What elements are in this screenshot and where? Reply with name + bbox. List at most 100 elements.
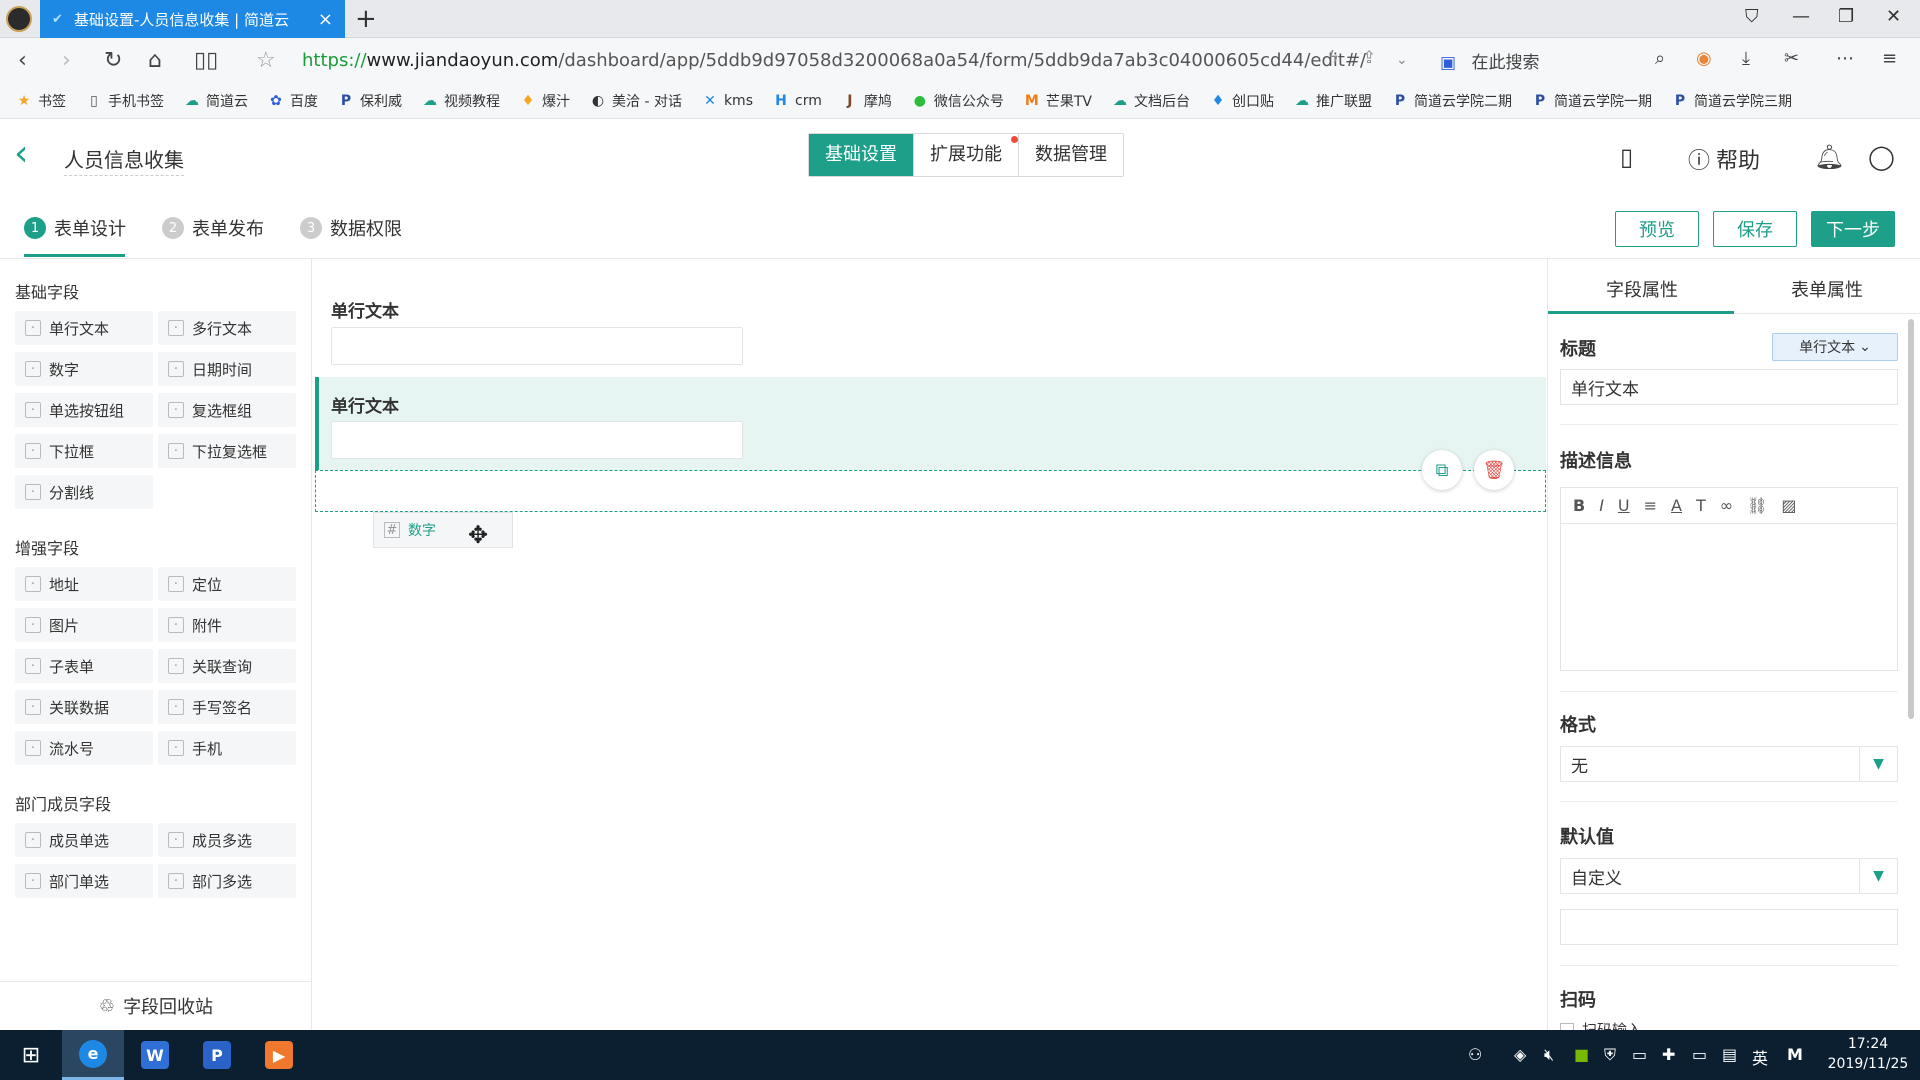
- palette-field-item[interactable]: · 子表单: [15, 649, 153, 683]
- single-line-text-input[interactable]: [331, 327, 743, 365]
- back-icon[interactable]: ‹: [18, 48, 27, 73]
- default-value-input[interactable]: [1560, 909, 1898, 945]
- battery-icon[interactable]: ▭: [1692, 1045, 1707, 1064]
- bookmark-item[interactable]: ▯ 手机书签: [86, 91, 164, 111]
- image-icon[interactable]: ▨: [1781, 496, 1796, 515]
- bookmark-star-icon[interactable]: ☆: [256, 48, 276, 73]
- user-avatar-icon[interactable]: ◯: [1868, 143, 1895, 171]
- tab-field-properties[interactable]: 字段属性: [1606, 276, 1678, 302]
- more-icon[interactable]: ⋯: [1836, 48, 1854, 69]
- bookmark-item[interactable]: ☁ 简道云: [184, 91, 248, 111]
- bookmark-item[interactable]: ☁ 视频教程: [422, 91, 500, 111]
- shirt-skin-icon[interactable]: ⛉: [1745, 6, 1759, 27]
- palette-field-item[interactable]: · 流水号: [15, 731, 153, 765]
- palette-field-item[interactable]: · 多行文本: [158, 311, 296, 345]
- palette-field-item[interactable]: · 成员多选: [158, 823, 296, 857]
- restore-button[interactable]: ❐: [1838, 6, 1854, 27]
- app-name[interactable]: 人员信息收集: [64, 144, 184, 176]
- palette-field-item[interactable]: · 手写签名: [158, 690, 296, 724]
- dragging-number-field[interactable]: # 数字: [373, 512, 513, 548]
- palette-field-item[interactable]: · 单选按钮组: [15, 393, 153, 427]
- minimize-button[interactable]: —: [1792, 6, 1810, 27]
- taskbar-media[interactable]: ▶: [248, 1030, 310, 1080]
- title-input[interactable]: 单行文本: [1560, 369, 1898, 405]
- underline-icon[interactable]: U: [1618, 496, 1630, 515]
- palette-field-item[interactable]: · 手机: [158, 731, 296, 765]
- download-icon[interactable]: ⤓: [1742, 48, 1750, 69]
- taskbar-wps[interactable]: W: [124, 1030, 186, 1080]
- palette-field-item[interactable]: · 关联查询: [158, 649, 296, 683]
- bookmark-item[interactable]: ◐ 美洽 - 对话: [590, 91, 682, 111]
- bookmark-item[interactable]: ✿ 百度: [268, 91, 318, 111]
- keyboard-icon[interactable]: ▤: [1722, 1045, 1737, 1064]
- step-form-publish[interactable]: 2 表单发布: [162, 215, 264, 241]
- new-tab-button[interactable]: +: [355, 4, 377, 34]
- palette-field-item[interactable]: · 附件: [158, 608, 296, 642]
- bell-icon[interactable]: 🔔︎: [1814, 143, 1844, 171]
- taskbar-ppt-app[interactable]: P: [186, 1030, 248, 1080]
- nav-basic-settings[interactable]: 基础设置: [809, 134, 913, 176]
- search-icon[interactable]: ⌕: [1655, 48, 1665, 69]
- unlink-icon[interactable]: ⛓: [1747, 496, 1767, 515]
- palette-field-item[interactable]: · 部门单选: [15, 864, 153, 898]
- volume-icon[interactable]: 🔇︎: [1544, 1045, 1554, 1065]
- ime-indicator[interactable]: 英: [1752, 1045, 1768, 1069]
- bookmark-item[interactable]: ★ 书签: [16, 91, 66, 111]
- chevron-down-icon[interactable]: ⌄: [1396, 52, 1408, 68]
- link-icon[interactable]: ∞: [1720, 496, 1733, 515]
- flash-icon[interactable]: ϟ: [1328, 48, 1339, 68]
- game-icon[interactable]: ◉: [1696, 48, 1712, 69]
- security-icon[interactable]: ✚: [1662, 1045, 1675, 1064]
- palette-field-item[interactable]: · 定位: [158, 567, 296, 601]
- field-type-switch-button[interactable]: 单行文本 ⌄: [1772, 333, 1898, 361]
- bookmark-item[interactable]: P 简道云学院一期: [1532, 91, 1652, 111]
- bookmark-item[interactable]: ● 微信公众号: [912, 91, 1004, 111]
- menu-icon[interactable]: ≡: [1882, 48, 1897, 69]
- browser-tab-active[interactable]: ✔ 基础设置-人员信息收集 | 简道云 ×: [40, 0, 345, 38]
- close-window-button[interactable]: ✕: [1886, 6, 1901, 27]
- bookmark-item[interactable]: P 简道云学院二期: [1392, 91, 1512, 111]
- nav-extensions[interactable]: 扩展功能: [913, 134, 1018, 176]
- palette-field-item[interactable]: · 下拉复选框: [158, 434, 296, 468]
- step-form-design[interactable]: 1 表单设计: [24, 215, 126, 241]
- reader-icon[interactable]: ▯▯: [194, 48, 218, 73]
- taskbar-browser[interactable]: e: [62, 1030, 124, 1080]
- forward-icon[interactable]: ›: [62, 48, 71, 73]
- description-editor[interactable]: [1560, 523, 1898, 671]
- italic-icon[interactable]: I: [1599, 496, 1604, 515]
- home-icon[interactable]: ⌂: [148, 48, 162, 73]
- network-icon[interactable]: ▭: [1632, 1045, 1647, 1064]
- bookmark-item[interactable]: M 芒果TV: [1024, 91, 1092, 111]
- bold-icon[interactable]: B: [1573, 496, 1585, 515]
- bookmark-item[interactable]: ☁ 文档后台: [1112, 91, 1190, 111]
- bookmark-item[interactable]: ✕ kms: [702, 93, 753, 109]
- start-button[interactable]: ⊞: [0, 1030, 62, 1080]
- scan-input-option[interactable]: 扫码输入: [1560, 1019, 1642, 1030]
- palette-field-item[interactable]: · 地址: [15, 567, 153, 601]
- bookmark-item[interactable]: J 摩鸠: [842, 91, 892, 111]
- palette-field-item[interactable]: · 成员单选: [15, 823, 153, 857]
- search-box[interactable]: ▣ 在此搜索: [1440, 48, 1539, 73]
- palette-field-item[interactable]: · 分割线: [15, 475, 153, 509]
- step-data-permission[interactable]: 3 数据权限: [300, 215, 402, 241]
- palette-field-item[interactable]: · 日期时间: [158, 352, 296, 386]
- font-color-icon[interactable]: A: [1671, 496, 1682, 515]
- default-value-select[interactable]: 自定义 ▼: [1560, 858, 1898, 894]
- panel-scrollbar[interactable]: [1908, 319, 1914, 719]
- nvidia-icon[interactable]: ■: [1574, 1045, 1589, 1064]
- nav-data-management[interactable]: 数据管理: [1018, 134, 1123, 176]
- tab-close-icon[interactable]: ×: [318, 9, 333, 30]
- scissors-icon[interactable]: ✂: [1784, 48, 1799, 69]
- bookmark-item[interactable]: Hcrm: [773, 93, 822, 109]
- bookmark-item[interactable]: ☁ 推广联盟: [1294, 91, 1372, 111]
- next-step-button[interactable]: 下一步: [1811, 211, 1895, 247]
- align-icon[interactable]: ≡: [1644, 496, 1657, 515]
- help-button[interactable]: ⓘ 帮助: [1688, 143, 1760, 175]
- share-icon[interactable]: ⇪: [1362, 48, 1376, 68]
- url-field[interactable]: https://www.jiandaoyun.com/dashboard/app…: [302, 50, 1366, 71]
- bookmark-item[interactable]: ♦ 爆汁: [520, 91, 570, 111]
- bookmark-item[interactable]: P 保利威: [338, 91, 402, 111]
- field-recycle-bin[interactable]: ♲ 字段回收站: [0, 981, 312, 1030]
- tab-form-properties[interactable]: 表单属性: [1791, 276, 1863, 302]
- palette-field-item[interactable]: · 数字: [15, 352, 153, 386]
